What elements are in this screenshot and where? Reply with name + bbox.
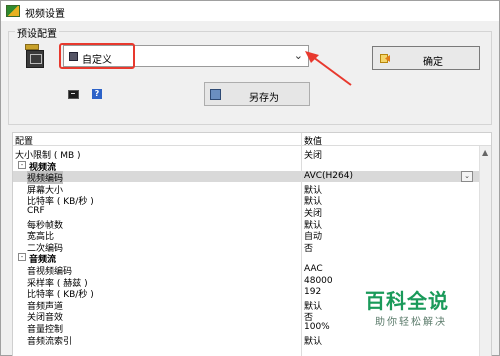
ok-button[interactable]: 确定 <box>372 46 480 70</box>
annotation-arrow <box>305 51 352 86</box>
collapse-icon[interactable]: - <box>18 160 26 169</box>
grid-row[interactable]: 比特率 ( KB/秒 ) 默认 <box>13 194 479 207</box>
grid-header: 配置 数值 <box>13 133 491 147</box>
watermark-subtitle: 助你轻松解决 <box>375 317 447 328</box>
grid-section-row[interactable]: - 音频流 <box>13 252 479 265</box>
grid-row[interactable]: 每秒帧数 默认 <box>13 218 479 231</box>
grid-row[interactable]: CRF 关闭 <box>13 206 479 219</box>
grid-row[interactable]: 屏幕大小 默认 <box>13 183 479 196</box>
grid-row[interactable]: 视频编码 AVC(H264) ⌄ <box>13 171 479 185</box>
watermark-logo: 百科全说 助你轻松解决 <box>363 285 473 333</box>
column-divider[interactable] <box>301 133 302 356</box>
grid-row[interactable]: 大小限制 ( MB ) 关闭 <box>13 148 479 161</box>
property-value[interactable]: AAC <box>304 264 323 274</box>
arrow-right-icon <box>380 54 390 63</box>
preset-group-label: 预设配置 <box>15 25 59 40</box>
column-header-value[interactable]: 数值 <box>304 134 322 147</box>
video-format-icon <box>25 43 45 69</box>
title-bar[interactable]: 视频设置 <box>1 1 499 21</box>
grid-row[interactable]: 二次编码否 <box>13 241 479 254</box>
property-name: CRF <box>27 206 45 216</box>
help-icon[interactable]: ? <box>92 89 102 99</box>
vertical-scrollbar[interactable]: ▲ <box>479 146 491 356</box>
grid-row[interactable]: 宽高比 自动 <box>13 229 479 242</box>
save-as-button-label: 另存为 <box>249 93 279 104</box>
column-header-name[interactable]: 配置 <box>15 134 33 147</box>
video-settings-window: 视频设置 预设配置 自定义 ⌄ 确定 ? 另存为 配置 数值 大小限制 ( MB… <box>0 0 500 356</box>
grid-row[interactable]: 音视频编码 AAC <box>13 264 479 277</box>
save-as-button[interactable]: 另存为 <box>204 82 310 106</box>
command-line-icon[interactable] <box>68 90 79 99</box>
grid-row[interactable]: 音频流索引 默认 <box>13 334 479 347</box>
scroll-up-icon[interactable]: ▲ <box>482 148 488 157</box>
property-value[interactable]: 192 <box>304 287 321 297</box>
property-value[interactable]: 默认 <box>304 334 322 347</box>
app-icon <box>6 5 20 17</box>
value-dropdown-icon[interactable]: ⌄ <box>461 171 473 183</box>
save-icon <box>210 89 221 100</box>
property-value[interactable]: 100% <box>304 322 330 332</box>
property-name: 音频流索引 <box>27 336 73 347</box>
watermark-title: 百科全说 <box>365 289 449 313</box>
grid-section-row[interactable]: - 视频流 <box>13 160 479 173</box>
annotation-highlight-box <box>59 43 135 69</box>
window-title: 视频设置 <box>25 9 65 20</box>
property-value[interactable]: AVC(H264) <box>304 171 353 181</box>
collapse-icon[interactable]: - <box>18 253 26 262</box>
property-value[interactable]: 48000 <box>304 276 333 286</box>
ok-button-label: 确定 <box>423 57 443 68</box>
